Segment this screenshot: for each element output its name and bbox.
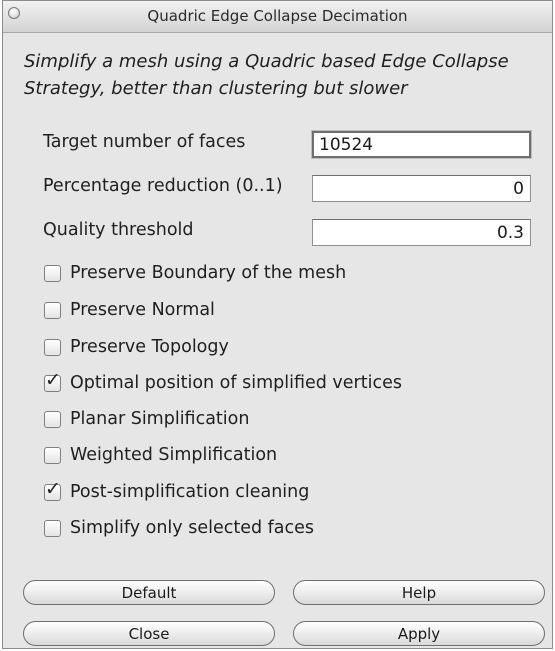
optimal-position-label: Optimal position of simplified vertices xyxy=(70,373,402,393)
planar-simplification-label: Planar Simplification xyxy=(70,409,250,429)
window-title: Quadric Edge Collapse Decimation xyxy=(147,7,408,25)
filter-description: Simplify a mesh using a Quadric based Ed… xyxy=(24,51,509,99)
option-optimal-position[interactable]: ✓ Optimal position of simplified vertice… xyxy=(44,370,402,394)
preserve-topology-checkbox[interactable] xyxy=(44,338,61,356)
option-weighted-simplification[interactable]: Weighted Simplification xyxy=(44,444,277,466)
preserve-topology-label: Preserve Topology xyxy=(70,337,229,357)
preserve-boundary-checkbox[interactable] xyxy=(44,264,61,282)
planar-simplification-checkbox[interactable] xyxy=(44,410,61,428)
selected-faces-only-checkbox[interactable] xyxy=(44,519,61,537)
option-post-simplification-cleaning[interactable]: ✓ Post-simplification cleaning xyxy=(44,479,310,503)
checkmark-icon: ✓ xyxy=(45,477,61,500)
post-simplification-cleaning-label: Post-simplification cleaning xyxy=(70,482,310,502)
option-selected-faces-only[interactable]: Simplify only selected faces xyxy=(44,517,314,539)
percentage-reduction-label: Percentage reduction (0..1) xyxy=(43,176,283,196)
option-preserve-boundary[interactable]: Preserve Boundary of the mesh xyxy=(44,262,346,284)
target-faces-label: Target number of faces xyxy=(43,132,246,152)
weighted-simplification-checkbox[interactable] xyxy=(44,446,61,464)
weighted-simplification-label: Weighted Simplification xyxy=(70,445,278,465)
optimal-position-checkbox[interactable]: ✓ xyxy=(44,370,61,392)
quality-threshold-input[interactable] xyxy=(312,219,531,246)
close-button[interactable]: Close xyxy=(23,621,275,646)
title-bar[interactable]: Quadric Edge Collapse Decimation xyxy=(3,1,552,33)
target-faces-input[interactable] xyxy=(312,131,531,158)
preserve-normal-label: Preserve Normal xyxy=(70,300,215,320)
post-simplification-cleaning-checkbox[interactable]: ✓ xyxy=(44,479,61,501)
default-button[interactable]: Default xyxy=(23,580,275,605)
quality-threshold-label: Quality threshold xyxy=(43,220,194,240)
option-preserve-topology[interactable]: Preserve Topology xyxy=(44,336,229,358)
help-button[interactable]: Help xyxy=(293,580,545,605)
decimation-dialog: Quadric Edge Collapse Decimation Simplif… xyxy=(2,0,553,649)
percentage-reduction-input[interactable] xyxy=(312,175,531,202)
option-planar-simplification[interactable]: Planar Simplification xyxy=(44,408,249,430)
option-preserve-normal[interactable]: Preserve Normal xyxy=(44,299,215,321)
preserve-normal-checkbox[interactable] xyxy=(44,301,61,319)
checkmark-icon: ✓ xyxy=(45,368,61,391)
preserve-boundary-label: Preserve Boundary of the mesh xyxy=(70,263,347,283)
selected-faces-only-label: Simplify only selected faces xyxy=(70,518,315,538)
apply-button[interactable]: Apply xyxy=(293,621,545,646)
